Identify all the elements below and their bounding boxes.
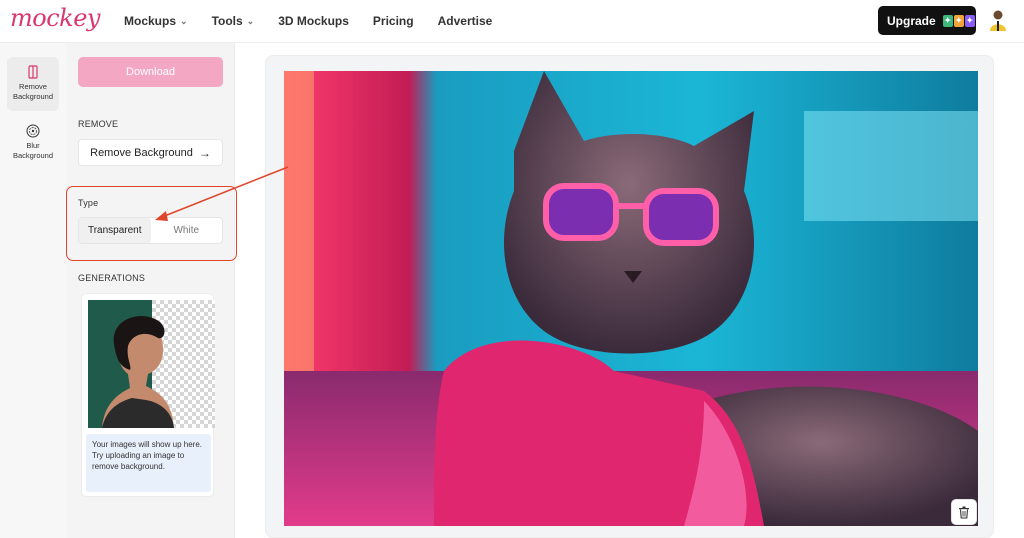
chevron-down-icon: ⌄ [180, 15, 188, 26]
upgrade-label: Upgrade [887, 13, 936, 28]
trash-icon [959, 506, 969, 519]
rail-item-remove-background[interactable]: Remove Background [7, 57, 59, 111]
upgrade-badge-icons: ✦ ✦ ✦ [942, 14, 976, 27]
plan-icon-purple: ✦ [964, 14, 975, 27]
user-avatar-icon[interactable] [988, 9, 1008, 31]
settings-panel: Download REMOVE Remove Background → Type… [66, 43, 237, 538]
type-option-transparent[interactable]: Transparent [79, 218, 151, 243]
upgrade-button[interactable]: Upgrade ✦ ✦ ✦ [878, 6, 976, 35]
nav-3d-mockups-label: 3D Mockups [278, 14, 349, 28]
cat-photo-image [284, 71, 978, 526]
type-section-label: Type [78, 198, 99, 208]
arrow-right-icon: → [198, 145, 211, 160]
nav-mockups[interactable]: Mockups ⌄ [124, 14, 188, 28]
uploaded-image[interactable] [284, 71, 978, 526]
blur-background-icon [26, 124, 40, 138]
rail-item-label: Blur Background [12, 141, 54, 160]
delete-image-button[interactable] [951, 499, 977, 525]
nav-tools[interactable]: Tools ⌄ [212, 14, 255, 28]
generation-sample-thumbnail [88, 300, 215, 428]
generations-section-label: GENERATIONS [78, 273, 146, 283]
plan-icon-green: ✦ [942, 14, 953, 27]
nav-3d-mockups[interactable]: 3D Mockups [278, 14, 349, 28]
canvas-area [265, 55, 994, 538]
type-toggle: Transparent White [78, 217, 223, 244]
nav-pricing-label: Pricing [372, 14, 414, 28]
chevron-down-icon: ⌄ [246, 15, 255, 26]
rail-item-blur-background[interactable]: Blur Background [7, 116, 59, 170]
nav-advertise-label: Advertise [437, 14, 493, 28]
remove-section-label: REMOVE [78, 119, 119, 129]
nav-advertise[interactable]: Advertise [438, 14, 493, 28]
nav-tools-label: Tools [211, 14, 243, 28]
generations-empty-note: Your images will show up here. Try uploa… [86, 434, 211, 492]
rail-item-label: Remove Background [12, 82, 54, 101]
download-button[interactable]: Download [78, 57, 223, 87]
main-nav: Mockups ⌄ Tools ⌄ 3D Mockups Pricing Adv… [124, 14, 516, 28]
tool-rail: Remove Background Blur Background [0, 43, 66, 538]
remove-background-button-label: Remove Background [90, 146, 193, 159]
generations-card: Your images will show up here. Try uploa… [81, 293, 215, 497]
plan-icon-orange: ✦ [953, 14, 964, 27]
top-navbar: mockey Mockups ⌄ Tools ⌄ 3D Mockups Pric… [0, 0, 1024, 43]
sample-portrait-image [88, 300, 215, 428]
nav-pricing[interactable]: Pricing [373, 14, 414, 28]
mockey-logo[interactable]: mockey [10, 4, 100, 32]
remove-background-button[interactable]: Remove Background → [78, 139, 223, 166]
remove-background-icon [28, 65, 38, 79]
nav-mockups-label: Mockups [124, 14, 177, 28]
type-option-white[interactable]: White [151, 218, 223, 243]
